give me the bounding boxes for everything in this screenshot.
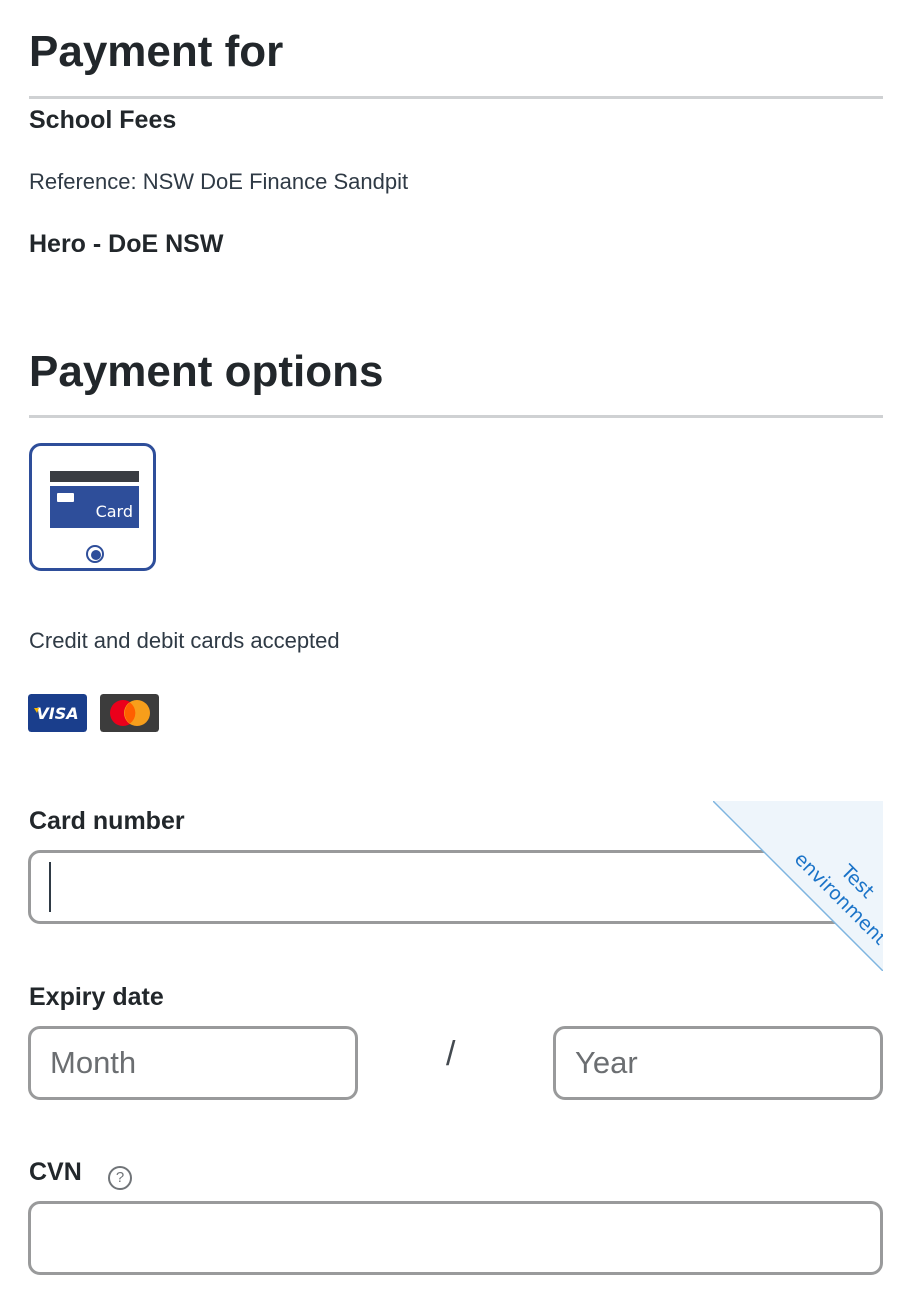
divider: [29, 415, 883, 418]
visa-logo: VISA: [28, 694, 87, 732]
question-circle-icon[interactable]: ?: [108, 1166, 132, 1190]
divider: [29, 96, 883, 99]
payment-for-heading: Payment for: [29, 27, 284, 76]
cvn-input[interactable]: [28, 1201, 883, 1275]
mastercard-logo: [100, 694, 159, 732]
cvn-label: CVN: [29, 1158, 82, 1186]
svg-text:VISA: VISA: [36, 704, 78, 723]
payment-option-card[interactable]: Card: [29, 443, 156, 571]
payment-option-card-label: Card: [96, 502, 133, 521]
payment-item-title: School Fees: [29, 106, 177, 134]
credit-card-icon: Card: [50, 471, 139, 528]
radio-selected-dot: [91, 550, 101, 560]
payment-options-heading: Payment options: [29, 347, 384, 396]
expiry-separator: /: [446, 1035, 456, 1073]
accepted-cards-text: Credit and debit cards accepted: [29, 628, 340, 653]
expiry-month-input[interactable]: [28, 1026, 358, 1100]
expiry-date-label: Expiry date: [29, 983, 164, 1011]
expiry-year-input[interactable]: [553, 1026, 883, 1100]
card-number-input[interactable]: [28, 850, 883, 924]
text-caret: [49, 862, 51, 912]
merchant-name: Hero - DoE NSW: [29, 230, 224, 258]
payment-option-radio[interactable]: [86, 545, 104, 563]
payment-reference: Reference: NSW DoE Finance Sandpit: [29, 169, 409, 194]
card-number-label: Card number: [29, 807, 185, 835]
